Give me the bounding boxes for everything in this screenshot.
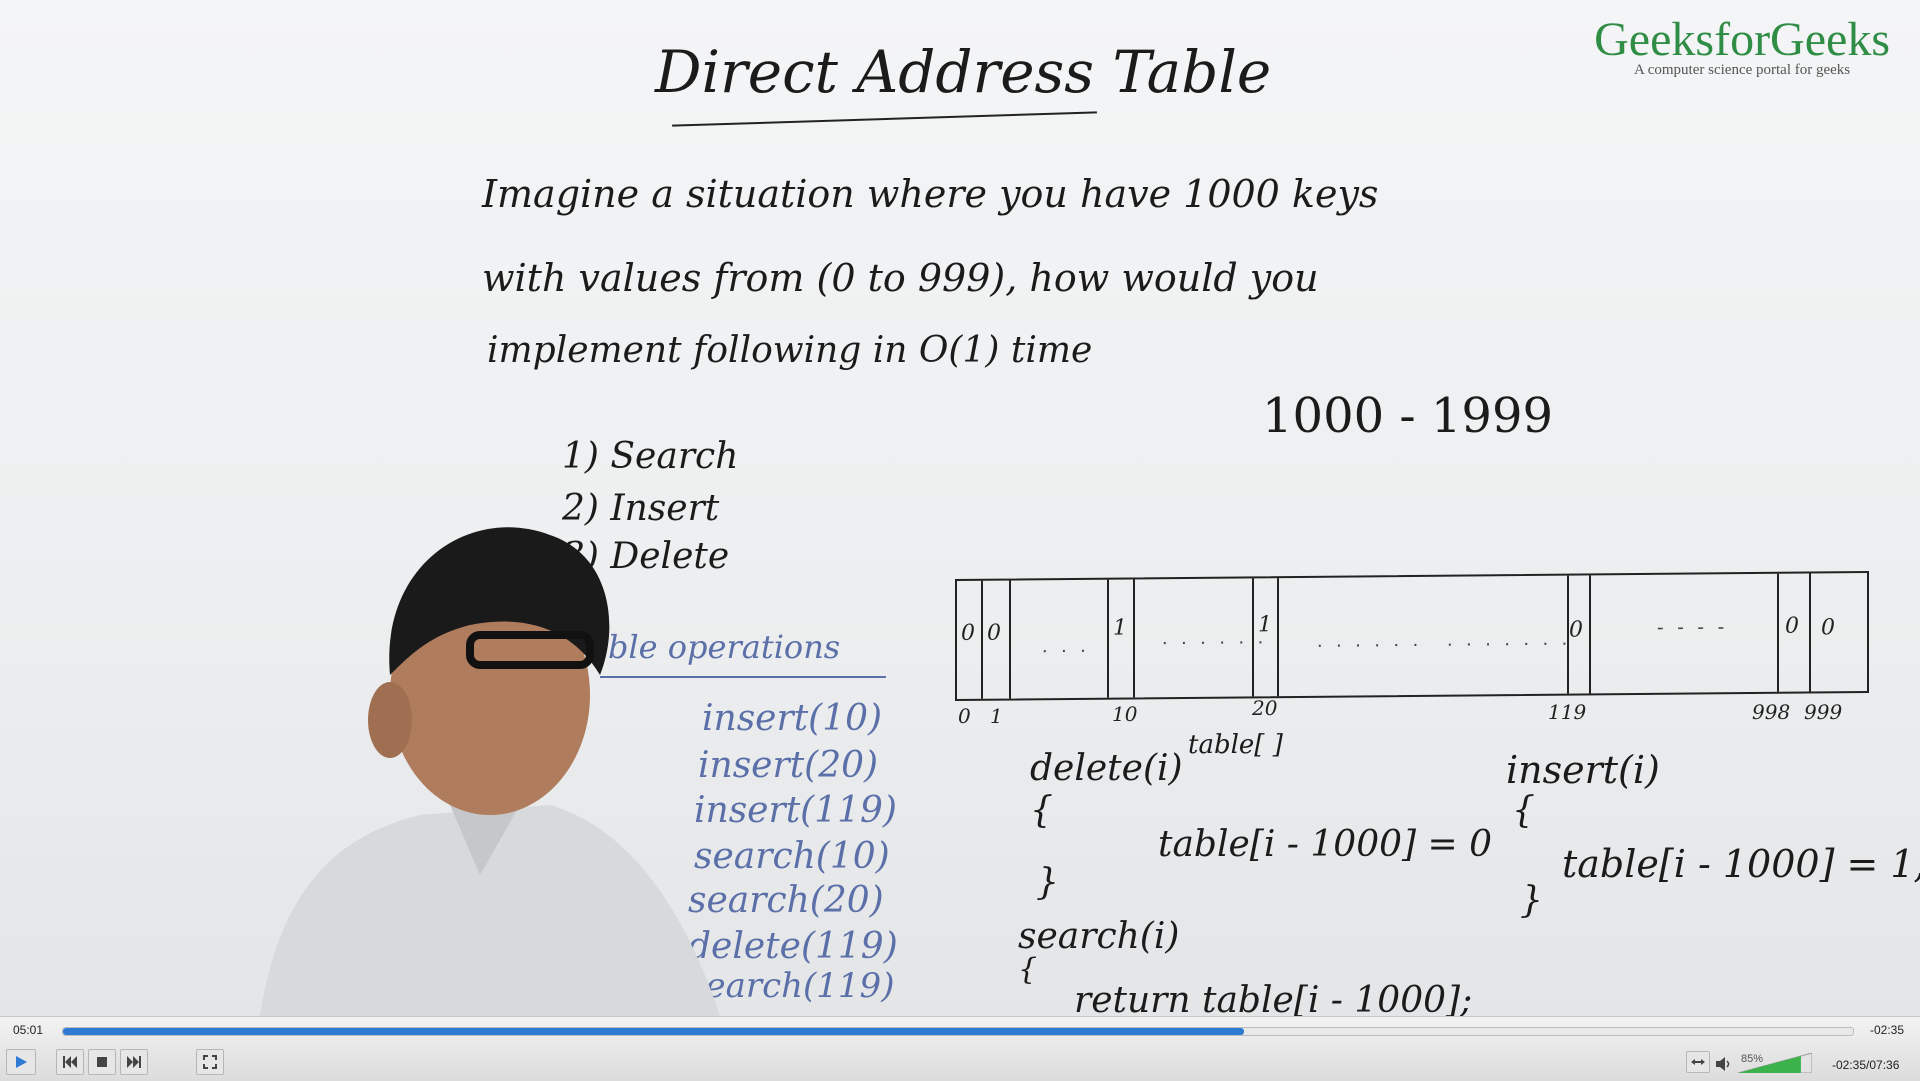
index-label: 998 [1752, 700, 1791, 724]
insert-signature: insert(i) [1506, 748, 1660, 792]
index-label: 20 [1252, 696, 1278, 720]
remaining-time: -02:35 [1870, 1023, 1905, 1037]
index-label: 1 [990, 704, 1003, 728]
seek-bar[interactable] [62, 1027, 1854, 1036]
brace-open: { [1018, 952, 1038, 987]
board-title: Direct Address Table [655, 38, 1272, 106]
cell-divider [1777, 573, 1779, 692]
cell-value: 0 [961, 620, 975, 646]
video-frame[interactable]: GeeksforGeeks A computer science portal … [0, 0, 1920, 1016]
problem-line-3: implement following in O(1) time [487, 330, 1093, 371]
logo-subtitle: A computer science portal for geeks [1633, 62, 1851, 78]
index-label: 999 [1804, 700, 1843, 724]
aspect-ratio-button[interactable] [1686, 1051, 1710, 1073]
op-search: 1) Search [562, 436, 739, 477]
brace-close: } [1520, 880, 1543, 921]
delete-signature: delete(i) [1030, 748, 1183, 789]
cell-divider [1107, 579, 1109, 698]
key-range: 1000 - 1999 [1262, 388, 1554, 444]
stop-icon [97, 1057, 107, 1067]
ellipsis: . . . . . . . [1447, 627, 1572, 651]
delete-body: table[i - 1000] = 0 [1158, 824, 1493, 865]
cell-divider [1277, 578, 1279, 697]
fullscreen-icon [203, 1055, 217, 1069]
search-body: return table[i - 1000]; [1074, 980, 1473, 1016]
cell-divider [1589, 575, 1591, 694]
index-label: 0 [958, 704, 971, 728]
presenter [260, 527, 720, 1016]
speaker-icon[interactable] [1716, 1057, 1732, 1071]
problem-line-2: with values from (0 to 999), how would y… [482, 256, 1319, 300]
cell-value: 0 [1821, 615, 1835, 641]
player-controls: 05:01 -02:35 85% -02:35/07:36 [0, 1016, 1920, 1081]
cell-value: 0 [987, 620, 1001, 646]
ellipsis: . . . . . . [1317, 628, 1423, 652]
ellipsis: - - - - [1657, 616, 1729, 639]
presenter-ear [368, 682, 412, 758]
next-button[interactable] [120, 1049, 148, 1075]
volume-label: 85% [1741, 1053, 1764, 1065]
seek-progress [63, 1028, 1245, 1035]
brace-open: { [1512, 790, 1535, 831]
ellipsis: . . . . . . [1162, 626, 1268, 650]
search-signature: search(i) [1018, 916, 1180, 957]
time-display: -02:35/07:36 [1832, 1058, 1900, 1072]
cell-divider [981, 580, 983, 699]
play-button[interactable] [6, 1049, 36, 1075]
title-underline [672, 111, 1097, 127]
index-label: 10 [1112, 702, 1138, 726]
cell-value: 0 [1785, 613, 1799, 639]
fullscreen-button[interactable] [196, 1049, 224, 1075]
problem-line-1: Imagine a situation where you have 1000 … [482, 172, 1379, 216]
brace-close: } [1036, 862, 1059, 903]
aspect-ratio-icon [1691, 1059, 1705, 1065]
brace-open: { [1030, 790, 1053, 831]
ellipsis: . . . [1042, 634, 1090, 658]
logo-title: GeeksforGeeks [1594, 13, 1890, 66]
cell-divider [1133, 579, 1135, 698]
next-icon [127, 1056, 141, 1068]
index-label: 119 [1548, 700, 1587, 724]
cell-divider [1809, 573, 1811, 692]
insert-body: table[i - 1000] = 1; [1562, 842, 1920, 886]
previous-button[interactable] [56, 1049, 84, 1075]
table-label: table[ ] [1188, 730, 1283, 760]
direct-address-table: 0 0 1 1 0 0 0 . . . . . . . . . . . . . … [955, 571, 1869, 701]
brand-logo: GeeksforGeeks A computer science portal … [1594, 14, 1890, 79]
cell-value: 1 [1113, 615, 1127, 641]
stop-button[interactable] [88, 1049, 116, 1075]
elapsed-time: 05:01 [13, 1023, 44, 1037]
cell-divider [1009, 580, 1011, 699]
previous-icon [63, 1056, 77, 1068]
play-icon [16, 1056, 27, 1068]
